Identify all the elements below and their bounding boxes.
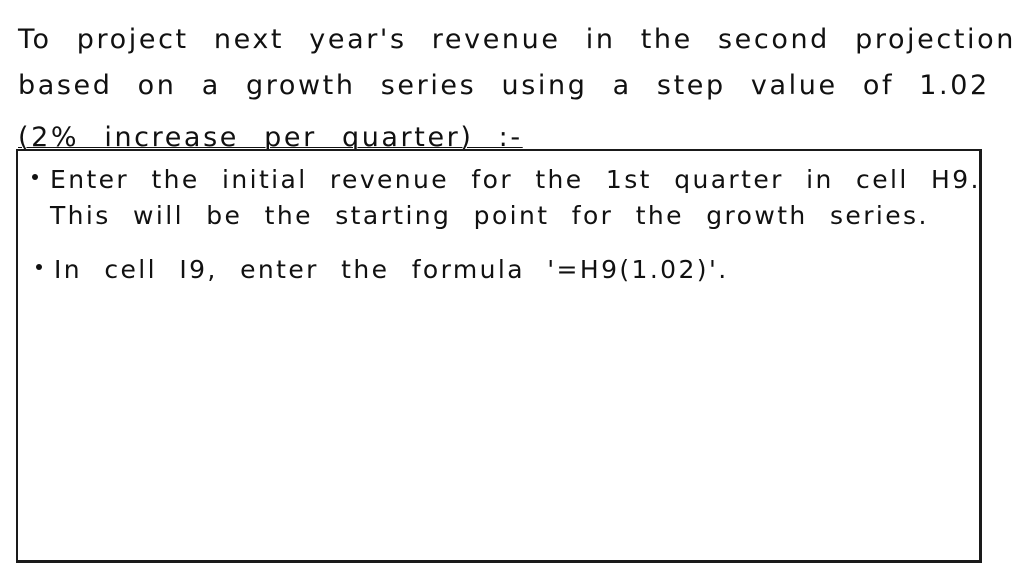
bullet-1-line-1: Enter the initial revenue for the 1st qu… <box>50 165 981 194</box>
intro-line-1: To project next year's revenue in the se… <box>18 24 1016 55</box>
bullet-1-line-2: This will be the starting point for the … <box>50 201 929 230</box>
bullet-item-1-continuation: This will be the starting point for the … <box>50 201 929 231</box>
bullet-dot-icon <box>32 174 38 180</box>
intro-line-2: based on a growth series using a step va… <box>18 70 990 101</box>
bullet-item-1: Enter the initial revenue for the 1st qu… <box>32 165 981 195</box>
bullet-2-line-1: In cell I9, enter the formula '=H9(1.02)… <box>54 255 729 284</box>
bullet-item-2: In cell I9, enter the formula '=H9(1.02)… <box>36 255 729 285</box>
notes-box: Enter the initial revenue for the 1st qu… <box>16 149 982 563</box>
bullet-dot-icon <box>36 264 42 270</box>
